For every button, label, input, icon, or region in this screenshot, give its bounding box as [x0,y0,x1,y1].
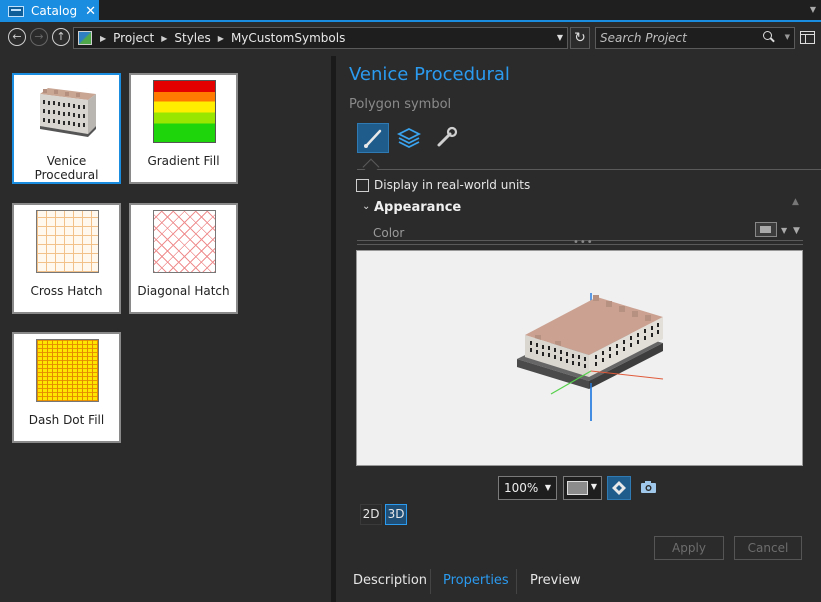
tab-catalog[interactable]: Catalog ✕ [0,0,99,22]
up-icon[interactable]: ↑ [52,28,70,46]
tab-divider [516,569,517,594]
catalog-icon [8,5,24,17]
breadcrumb-item-project[interactable]: Project [113,31,154,45]
breadcrumb-separator-icon: ▶ [161,33,168,43]
search-options-icon[interactable]: ▼ [785,33,790,41]
color-label: Color [373,226,405,240]
navigate-icon[interactable] [607,476,631,500]
diagonal-hatch-swatch [153,210,216,273]
gallery-item-label: Venice Procedural [34,154,99,182]
cancel-button[interactable]: Cancel [734,536,802,560]
grip-icon[interactable]: ••• [573,237,594,248]
cross-hatch-swatch [36,210,99,273]
realworld-units-label: Display in real-world units [374,178,531,192]
details-pane-icon[interactable] [800,31,815,44]
layers-icon[interactable] [394,123,426,153]
breadcrumb-separator-icon: ▶ [217,33,224,43]
breadcrumb-separator-icon: ▶ [100,33,107,43]
refresh-icon[interactable]: ↻ [570,27,590,49]
color-picker-icon[interactable] [755,222,777,237]
gallery-item-label: Diagonal Hatch [137,284,230,298]
gallery-item-label: Cross Hatch [30,284,103,298]
symbol-details-pane: Venice Procedural Polygon symbol Display… [336,56,821,602]
history-dropdown-icon[interactable]: ▼ [557,33,563,42]
gallery-item-venice-procedural[interactable]: Venice Procedural [12,73,121,184]
zoom-value: 100% [504,481,539,495]
tab-properties[interactable]: Properties [443,573,509,588]
chevron-down-icon: ▼ [590,482,597,491]
project-icon [78,31,92,45]
chevron-down-icon: ▼ [544,483,551,492]
search-icon[interactable] [763,31,772,40]
wrench-icon[interactable] [431,123,463,153]
camera-icon[interactable] [640,480,657,494]
color-dropdown-icon[interactable]: ▼ [781,226,787,235]
search-box[interactable]: ▼ [595,27,795,49]
symbol-type: Polygon symbol [349,97,452,112]
bottom-tabs: Description Properties Preview [336,564,821,602]
tab-preview[interactable]: Preview [530,573,581,588]
dash-dot-swatch [36,339,99,402]
address-bar: ← → ↑ ▶ Project ▶ Styles ▶ MyCustomSymbo… [0,22,821,56]
gradient-swatch [153,80,216,143]
breadcrumb[interactable]: ▶ Project ▶ Styles ▶ MyCustomSymbols ▼ [73,27,568,49]
scroll-down-icon[interactable]: ▼ [793,226,800,236]
zoom-select[interactable]: 100% ▼ [498,476,557,500]
symbol-title: Venice Procedural [349,64,510,85]
appearance-header[interactable]: Appearance [374,200,461,215]
back-icon[interactable]: ← [8,28,26,46]
tab-underline [357,169,821,170]
breadcrumb-item-mycustomsymbols[interactable]: MyCustomSymbols [231,31,345,45]
tab-divider [430,569,431,594]
search-input[interactable] [600,30,750,46]
building-thumbnail-icon [40,88,96,137]
forward-icon[interactable]: → [30,28,48,46]
properties-brush-icon[interactable] [357,123,389,153]
gallery-item-diagonal-hatch[interactable]: Diagonal Hatch [129,203,238,314]
scroll-up-icon[interactable]: ▲ [792,197,799,207]
close-icon[interactable]: ✕ [85,4,96,19]
title-bar: Catalog ✕ ▼ [0,0,821,22]
active-tab-caret [362,158,380,176]
view-3d-button[interactable]: 3D [385,504,407,525]
symbol-gallery: Venice Procedural Gradient Fill Cross Ha… [0,56,331,602]
realworld-units-checkbox[interactable] [356,179,369,192]
gallery-item-gradient-fill[interactable]: Gradient Fill [129,73,238,184]
tab-title: Catalog [31,4,78,18]
view-2d-button[interactable]: 2D [360,504,382,525]
background-color-select[interactable]: ▼ [563,476,602,500]
gallery-item-dash-dot-fill[interactable]: Dash Dot Fill [12,332,121,443]
chevron-down-icon[interactable]: ⌄ [362,201,370,212]
tab-description[interactable]: Description [353,573,427,588]
gallery-item-cross-hatch[interactable]: Cross Hatch [12,203,121,314]
background-swatch [567,481,588,495]
apply-button[interactable]: Apply [654,536,724,560]
breadcrumb-item-styles[interactable]: Styles [174,31,210,45]
gallery-item-label: Gradient Fill [147,154,220,168]
symbol-preview-3d[interactable] [356,250,803,466]
gallery-item-label: Dash Dot Fill [28,413,105,427]
chevron-down-icon[interactable]: ▼ [810,5,816,14]
